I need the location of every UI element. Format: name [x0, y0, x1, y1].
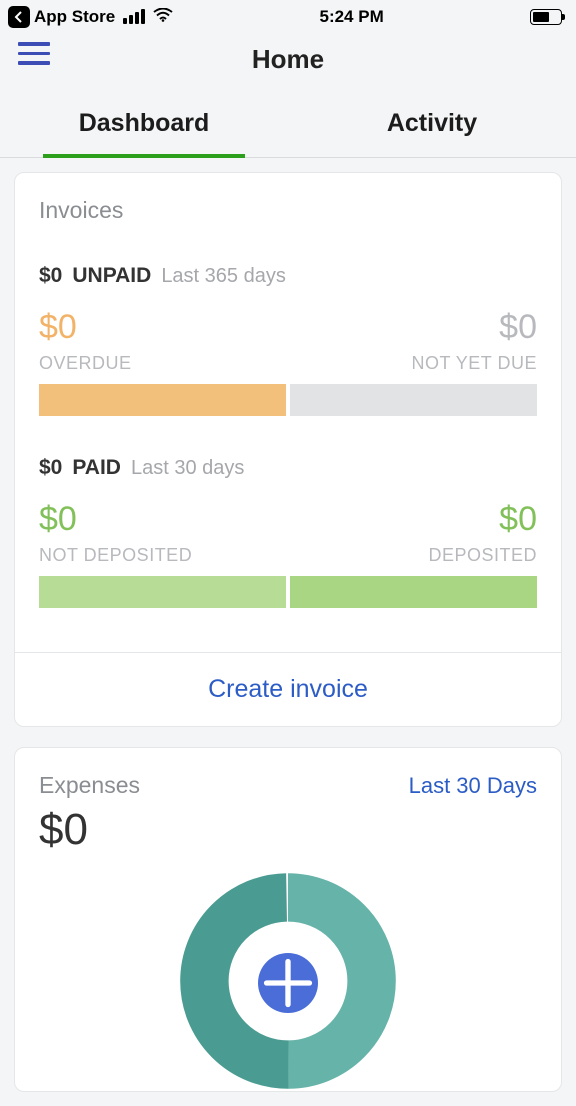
notdeposited-bar[interactable] — [39, 576, 286, 608]
paid-amount: $0 — [39, 456, 62, 480]
notdue-label: NOT YET DUE — [411, 353, 537, 374]
create-invoice-button[interactable]: Create invoice — [15, 652, 561, 726]
paid-header: $0 PAID Last 30 days — [39, 456, 537, 480]
deposited-bar[interactable] — [290, 576, 537, 608]
paid-label: PAID — [72, 456, 121, 480]
notdeposited-value: $0 — [39, 500, 77, 539]
invoices-card: Invoices $0 UNPAID Last 365 days $0 $0 O… — [14, 172, 562, 727]
expenses-amount: $0 — [15, 805, 561, 855]
paid-bars — [39, 576, 537, 608]
expenses-chart — [15, 871, 561, 1091]
status-bar: App Store 5:24 PM — [0, 0, 576, 28]
battery-icon — [530, 9, 562, 25]
deposited-value: $0 — [499, 500, 537, 539]
wifi-icon — [153, 7, 173, 27]
status-left: App Store — [8, 6, 173, 28]
overdue-value: $0 — [39, 308, 77, 347]
notdue-bar[interactable] — [290, 384, 537, 416]
unpaid-header: $0 UNPAID Last 365 days — [39, 264, 537, 288]
tab-activity[interactable]: Activity — [288, 90, 576, 157]
content: Invoices $0 UNPAID Last 365 days $0 $0 O… — [0, 158, 576, 1106]
tab-dashboard[interactable]: Dashboard — [0, 90, 288, 157]
unpaid-label: UNPAID — [72, 264, 151, 288]
back-label[interactable]: App Store — [34, 7, 115, 27]
unpaid-amount: $0 — [39, 264, 62, 288]
paid-period: Last 30 days — [131, 457, 244, 480]
cellular-icon — [123, 9, 145, 24]
expenses-title: Expenses — [39, 772, 140, 799]
overdue-label: OVERDUE — [39, 353, 132, 374]
deposited-label: DEPOSITED — [428, 545, 537, 566]
notdeposited-label: NOT DEPOSITED — [39, 545, 192, 566]
tabs: Dashboard Activity — [0, 90, 576, 158]
status-time: 5:24 PM — [319, 7, 383, 27]
notdue-value: $0 — [499, 308, 537, 347]
page-title: Home — [252, 44, 324, 75]
expenses-card: Expenses Last 30 Days $0 — [14, 747, 562, 1092]
unpaid-bars — [39, 384, 537, 416]
menu-icon[interactable] — [18, 42, 50, 65]
invoices-title: Invoices — [39, 197, 537, 224]
nav-bar: Home — [0, 28, 576, 90]
overdue-bar[interactable] — [39, 384, 286, 416]
add-expense-button[interactable] — [258, 953, 318, 1013]
unpaid-period: Last 365 days — [161, 265, 286, 288]
back-icon[interactable] — [8, 6, 30, 28]
expenses-period-button[interactable]: Last 30 Days — [409, 773, 537, 799]
